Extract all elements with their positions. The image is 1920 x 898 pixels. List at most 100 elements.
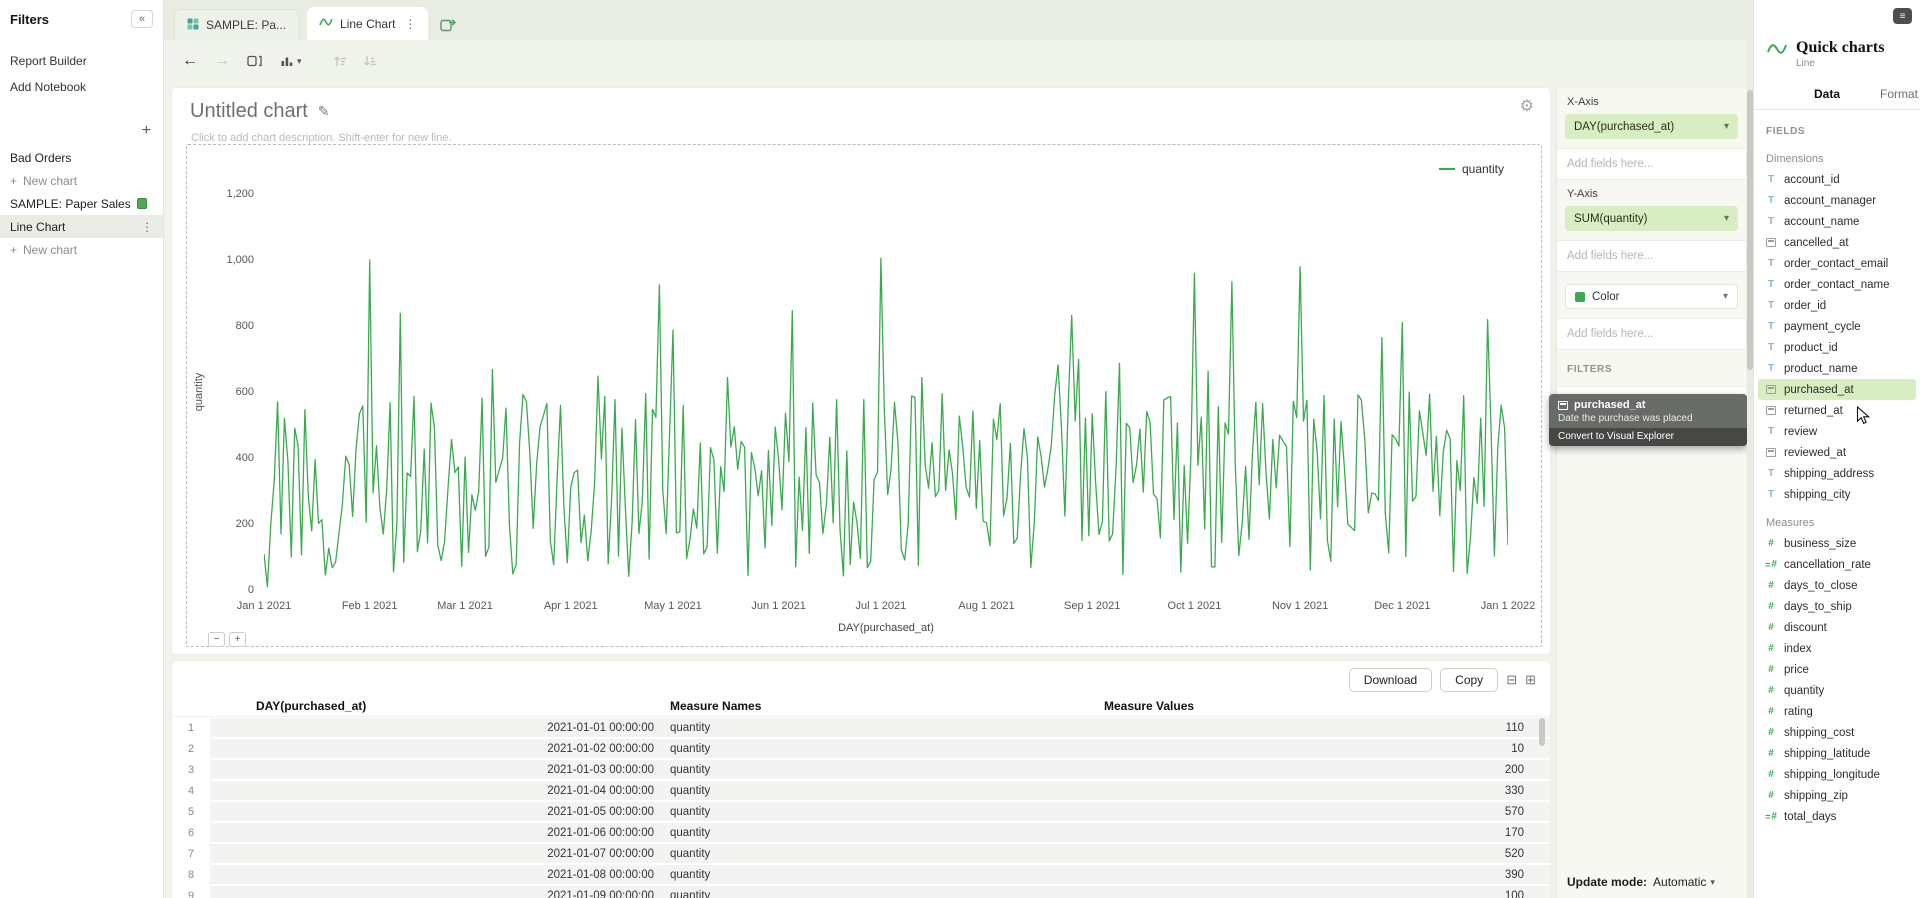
dimension-field-item[interactable]: T account_manager <box>1754 190 1920 211</box>
download-button[interactable]: Download <box>1349 668 1432 692</box>
number-type-icon: # <box>1768 790 1774 801</box>
update-mode-value: Automatic <box>1653 875 1706 889</box>
table-row[interactable]: 2 2021-01-02 00:00:00 quantity 10 <box>172 739 1550 758</box>
window-menu-icon[interactable]: ≡ <box>1893 8 1912 24</box>
drag-ghost-action[interactable]: Convert to Visual Explorer <box>1549 428 1747 446</box>
table-scrollbar[interactable] <box>1539 718 1547 888</box>
dimension-field-item[interactable]: T order_contact_email <box>1754 253 1920 274</box>
chart-type-dropdown[interactable]: ▾ <box>279 53 302 69</box>
measure-field-item[interactable]: # shipping_latitude <box>1754 743 1920 764</box>
column-header[interactable]: Measure Values <box>1102 699 1550 713</box>
field-type-icon-wrap: # <box>1764 664 1778 675</box>
dimension-field-item[interactable]: T product_name <box>1754 358 1920 379</box>
y-axis-drop-slot[interactable]: Add fields here... <box>1557 240 1746 272</box>
sidebar-tree-item[interactable]: Bad Orders <box>0 146 163 169</box>
dimension-field-item[interactable]: T account_name <box>1754 211 1920 232</box>
dimension-field-item[interactable]: T order_contact_name <box>1754 274 1920 295</box>
field-name: order_id <box>1784 300 1826 312</box>
sort-ascending-icon[interactable] <box>332 53 348 69</box>
cell-date: 2021-01-02 00:00:00 <box>210 743 662 755</box>
tab-line-chart[interactable]: Line Chart ⋮ <box>307 7 428 40</box>
text-type-icon: T <box>1768 363 1774 374</box>
expand-table-icon[interactable]: ⊞ <box>1525 672 1536 688</box>
measure-field-item[interactable]: # price <box>1754 659 1920 680</box>
dimension-field-item[interactable]: T review <box>1754 421 1920 442</box>
table-row[interactable]: 5 2021-01-05 00:00:00 quantity 570 <box>172 802 1550 821</box>
table-row[interactable]: 7 2021-01-07 00:00:00 quantity 520 <box>172 844 1550 863</box>
new-tab-button[interactable] <box>440 17 456 32</box>
measure-field-item[interactable]: # shipping_cost <box>1754 722 1920 743</box>
measure-field-item[interactable]: # quantity <box>1754 680 1920 701</box>
sidebar-tree-item[interactable]: + New chart <box>0 169 163 192</box>
measure-field-item[interactable]: # days_to_ship <box>1754 596 1920 617</box>
edit-title-icon[interactable]: ✎ <box>318 103 330 120</box>
dimension-field-item[interactable]: T product_id <box>1754 337 1920 358</box>
copy-button[interactable]: Copy <box>1440 668 1498 692</box>
add-workbook-button[interactable]: + <box>142 122 151 140</box>
dimension-field-item[interactable]: T shipping_address <box>1754 463 1920 484</box>
chart-description-placeholder[interactable]: Click to add chart description. Shift-en… <box>191 132 451 144</box>
zoom-in-button[interactable]: + <box>229 632 246 647</box>
color-drop-slot[interactable]: Add fields here... <box>1557 318 1746 350</box>
dimension-field-item[interactable]: reviewed_at <box>1754 442 1920 463</box>
field-name: product_id <box>1784 342 1838 354</box>
column-header[interactable]: Measure Names <box>662 699 1102 713</box>
column-header[interactable]: DAY(purchased_at) <box>210 699 662 713</box>
sidebar-tree-item[interactable]: + New chart <box>0 238 163 261</box>
measure-field-item[interactable]: # business_size <box>1754 533 1920 554</box>
dimension-field-item[interactable]: T account_id <box>1754 169 1920 190</box>
chart-settings-icon[interactable]: ⚙ <box>1520 96 1534 116</box>
collapse-sidebar-button[interactable]: « <box>131 10 153 28</box>
row-number: 7 <box>172 844 210 863</box>
measure-field-item[interactable]: # shipping_zip <box>1754 785 1920 806</box>
tab-data[interactable]: Data <box>1814 87 1840 101</box>
back-button[interactable]: ← <box>182 52 198 70</box>
plot-area[interactable] <box>264 194 1508 590</box>
table-row[interactable]: 6 2021-01-06 00:00:00 quantity 170 <box>172 823 1550 842</box>
sort-descending-icon[interactable] <box>362 53 378 69</box>
table-row[interactable]: 3 2021-01-03 00:00:00 quantity 200 <box>172 760 1550 779</box>
row-number: 6 <box>172 823 210 842</box>
chevron-down-icon[interactable]: ▾ <box>1723 291 1728 302</box>
dimension-field-item[interactable]: purchased_at <box>1758 379 1916 400</box>
measure-field-item[interactable]: # days_to_close <box>1754 575 1920 596</box>
table-row[interactable]: 1 2021-01-01 00:00:00 quantity 110 <box>172 718 1550 737</box>
chevron-down-icon[interactable]: ▾ <box>1724 121 1729 132</box>
forward-button[interactable]: → <box>214 52 230 70</box>
update-mode-select[interactable]: Automatic ▾ <box>1653 875 1715 889</box>
measure-field-item[interactable]: # rating <box>1754 701 1920 722</box>
number-type-icon: # <box>1768 748 1774 759</box>
kebab-menu-icon[interactable]: ⋮ <box>141 220 153 234</box>
sidebar-item-label: SAMPLE: Paper Sales <box>10 197 131 211</box>
chart-title[interactable]: Untitled chart <box>190 100 308 123</box>
move-to-panel-icon[interactable] <box>246 53 263 69</box>
color-section-row[interactable]: Color ▾ <box>1565 284 1738 309</box>
tab-format[interactable]: Format <box>1880 87 1918 101</box>
sidebar-link[interactable]: Report Builder <box>0 48 163 74</box>
measure-field-item[interactable]: # discount <box>1754 617 1920 638</box>
table-row[interactable]: 8 2021-01-08 00:00:00 quantity 390 <box>172 865 1550 884</box>
measure-field-item[interactable]: # index <box>1754 638 1920 659</box>
sidebar-tree-item[interactable]: SAMPLE: Paper Sales <box>0 192 163 215</box>
dimension-field-item[interactable]: cancelled_at <box>1754 232 1920 253</box>
dimension-field-item[interactable]: T order_id <box>1754 295 1920 316</box>
measure-field-item[interactable]: = # total_days <box>1754 806 1920 827</box>
table-row[interactable]: 4 2021-01-04 00:00:00 quantity 330 <box>172 781 1550 800</box>
chevron-down-icon[interactable]: ▾ <box>1724 213 1729 224</box>
zoom-out-button[interactable]: − <box>208 632 225 647</box>
measure-field-item[interactable]: = # cancellation_rate <box>1754 554 1920 575</box>
tab-sample-paper-sales[interactable]: SAMPLE: Pa... <box>174 9 299 40</box>
field-type-icon-wrap <box>1764 406 1778 415</box>
measure-field-item[interactable]: # shipping_longitude <box>1754 764 1920 785</box>
dimension-field-item[interactable]: T shipping_city <box>1754 484 1920 505</box>
sidebar-link[interactable]: Add Notebook <box>0 74 163 100</box>
table-row[interactable]: 9 2021-01-09 00:00:00 quantity 100 <box>172 886 1550 898</box>
collapse-table-icon[interactable]: ⊟ <box>1506 672 1517 688</box>
kebab-menu-icon[interactable]: ⋮ <box>404 17 416 31</box>
x-axis-field-pill[interactable]: DAY(purchased_at) ▾ <box>1565 114 1738 139</box>
x-axis-drop-slot[interactable]: Add fields here... <box>1557 148 1746 180</box>
dimension-field-item[interactable]: T payment_cycle <box>1754 316 1920 337</box>
y-axis-field-pill[interactable]: SUM(quantity) ▾ <box>1565 206 1738 231</box>
sidebar-tree-item[interactable]: Line Chart ⋮ <box>0 215 163 238</box>
dimension-field-item[interactable]: returned_at <box>1754 400 1920 421</box>
